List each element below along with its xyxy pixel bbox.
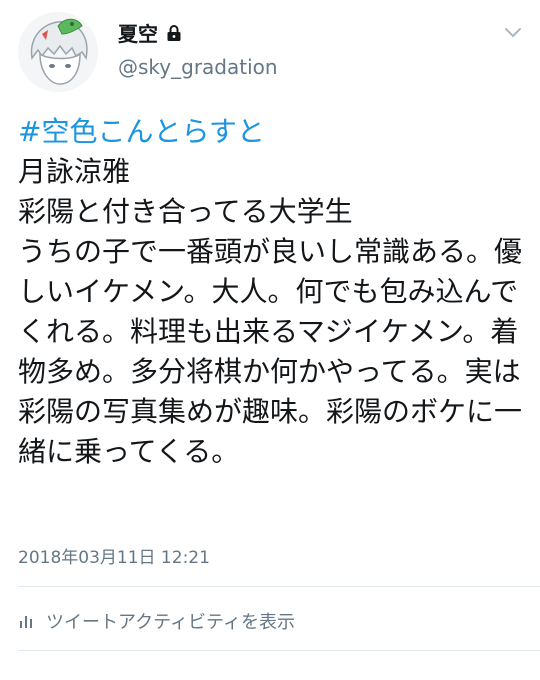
divider [18, 650, 540, 651]
user-handle[interactable]: @sky_gradation [118, 55, 278, 79]
lock-icon [166, 24, 182, 42]
chevron-down-icon[interactable] [504, 24, 522, 37]
cutoff-content [24, 670, 64, 680]
bar-chart-icon [18, 612, 36, 630]
hashtag-link[interactable]: #空色こんとらすと [18, 115, 265, 148]
tweet-card: 夏空 @sky_gradation #空色こんとらすと 月詠涼雅 彩陽と付き合っ… [0, 0, 540, 680]
display-name-row: 夏空 [118, 18, 278, 47]
avatar-illustration [18, 12, 98, 92]
divider [18, 586, 540, 587]
tweet-activity-label: ツイートアクティビティを表示 [46, 612, 295, 633]
tweet-text: #空色こんとらすと 月詠涼雅 彩陽と付き合ってる大学生 うちの子で一番頭が良いし… [18, 112, 523, 472]
tweet-body: 月詠涼雅 彩陽と付き合ってる大学生 うちの子で一番頭が良いし常識ある。優しいイケ… [18, 155, 523, 468]
tweet-header: 夏空 @sky_gradation [18, 12, 522, 92]
tweet-timestamp[interactable]: 2018年03月11日 12:21 [18, 543, 210, 568]
user-names: 夏空 @sky_gradation [118, 18, 278, 79]
tweet-activity-link[interactable]: ツイートアクティビティを表示 [18, 608, 295, 634]
avatar[interactable] [18, 12, 98, 92]
display-name[interactable]: 夏空 [118, 18, 158, 47]
